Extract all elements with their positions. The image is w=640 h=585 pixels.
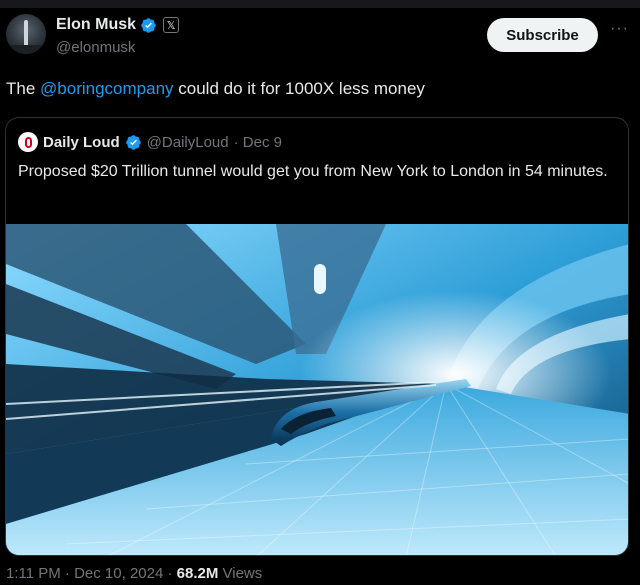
author-name-row: Elon Musk 𝕏 bbox=[56, 16, 180, 34]
rocket-graphic bbox=[24, 20, 28, 48]
author-name[interactable]: Elon Musk bbox=[56, 16, 136, 34]
tweet-text-suffix: could do it for 1000X less money bbox=[173, 79, 425, 98]
tweet-footer: 1:11 PM · Dec 10, 2024 · 68.2M Views bbox=[6, 565, 262, 582]
mention-link[interactable]: @boringcompany bbox=[40, 79, 174, 98]
quoted-header: Daily Loud @DailyLoud · Dec 9 bbox=[18, 132, 282, 152]
avatar-ground bbox=[6, 45, 46, 54]
tunnel-image[interactable] bbox=[6, 224, 629, 556]
verified-badge-icon bbox=[141, 17, 156, 33]
tweet-text-prefix: The bbox=[6, 79, 41, 98]
quoted-tweet[interactable]: Daily Loud @DailyLoud · Dec 9 Proposed $… bbox=[5, 117, 629, 556]
tweet-text: The @boringcompany could do it for 1000X… bbox=[6, 79, 425, 99]
verified-badge-icon bbox=[125, 134, 141, 150]
tweet-timestamp[interactable]: 1:11 PM · Dec 10, 2024 · bbox=[6, 565, 177, 582]
top-edge-strip bbox=[0, 0, 640, 8]
quoted-author-name: Daily Loud bbox=[43, 133, 120, 151]
subscribe-button[interactable]: Subscribe bbox=[487, 18, 598, 52]
views-count: 68.2M bbox=[176, 565, 219, 582]
tweet-header: Elon Musk 𝕏 @elonmusk Subscribe ··· bbox=[0, 8, 640, 70]
quoted-avatar bbox=[18, 132, 38, 152]
author-handle[interactable]: @elonmusk bbox=[56, 39, 135, 56]
author-avatar[interactable] bbox=[6, 14, 46, 54]
views-label: Views bbox=[218, 565, 263, 582]
microphone-icon bbox=[24, 136, 32, 148]
x-logo-icon[interactable]: 𝕏 bbox=[163, 17, 180, 33]
quoted-text: Proposed $20 Trillion tunnel would get y… bbox=[18, 163, 608, 180]
quoted-date: · Dec 9 bbox=[233, 133, 282, 151]
more-options-icon[interactable]: ··· bbox=[610, 20, 629, 38]
quoted-author-handle: @DailyLoud bbox=[146, 133, 229, 151]
